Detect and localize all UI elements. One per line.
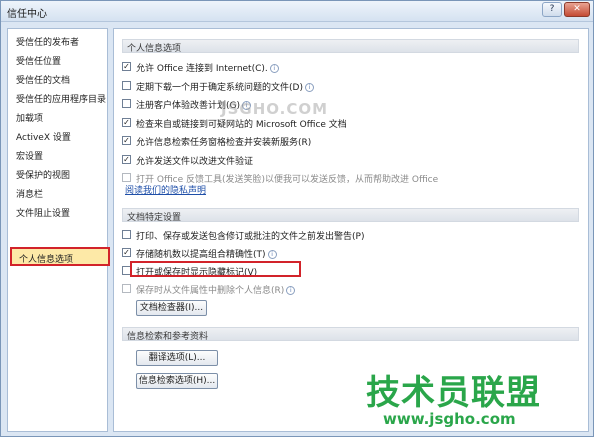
sidebar-item-protected-view[interactable]: 受保护的视图 [16,168,70,181]
trust-center-window: 信任中心 ? ✕ 受信任的发布者 受信任位置 受信任的文档 受信任的应用程序目录… [0,0,594,437]
info-icon: i [286,286,296,295]
option-label: 允许信息检索任务窗格检查并安装新服务(R) [136,138,312,148]
checkbox[interactable] [122,81,131,90]
option-label: 打印、保存或发送包含修订或批注的文件之前发出警告(P) [136,232,365,242]
sidebar-item-trusted-app-catalogs[interactable]: 受信任的应用程序目录 [16,92,106,105]
checkbox[interactable]: ✓ [122,136,131,145]
window-title: 信任中心 [7,9,47,20]
translation-options-button[interactable]: 翻译选项(L)... [136,350,218,366]
brand-watermark: 技术员联盟 [366,373,541,413]
sidebar: 受信任的发布者 受信任位置 受信任的文档 受信任的应用程序目录 加载项 Acti… [7,28,110,432]
sidebar-item-trusted-documents[interactable]: 受信任的文档 [16,73,70,86]
site-watermark: JSGHO.COM [221,100,329,118]
checkbox[interactable]: ✓ [122,62,131,71]
sidebar-item-privacy-options[interactable]: 个人信息选项 [10,247,110,266]
title-bar: 信任中心 ? ✕ [1,1,593,22]
checkbox[interactable]: ✓ [122,118,131,127]
info-icon: i [304,83,314,92]
checkbox [122,284,131,293]
sidebar-item-message-bar[interactable]: 消息栏 [16,187,43,200]
section-title: 文档特定设置 [127,213,182,223]
sidebar-item-label: 个人信息选项 [19,255,74,265]
section-header-research: 信息检索和参考资料 [122,327,579,342]
checkbox[interactable]: ✓ [122,248,131,257]
option-label: 定期下载一个用于确定系统问题的文件(D) i [136,80,314,93]
brand-url-watermark: www.jsgho.com [383,410,516,428]
sidebar-item-trusted-locations[interactable]: 受信任位置 [16,54,61,67]
info-icon: i [269,64,279,73]
sidebar-item-activex[interactable]: ActiveX 设置 [16,130,71,143]
privacy-statement-link[interactable]: 阅读我们的隐私声明 [125,183,206,196]
checkbox [122,173,131,182]
option-label: 允许 Office 连接到 Internet(C). i [136,61,279,74]
section-title: 信息检索和参考资料 [127,332,209,342]
highlight-box [130,261,301,277]
section-header-document: 文档特定设置 [122,208,579,223]
info-icon: i [267,250,277,259]
checkbox[interactable] [122,230,131,239]
sidebar-item-file-block[interactable]: 文件阻止设置 [16,206,70,219]
checkbox[interactable] [122,99,131,108]
section-title: 个人信息选项 [127,44,182,54]
sidebar-item-trusted-publishers[interactable]: 受信任的发布者 [16,35,79,48]
option-label: 检查来自或链接到可疑网站的 Microsoft Office 文档 [136,120,347,130]
option-label: 存储随机数以提高组合精确性(T) i [136,247,277,260]
option-label: 保存时从文件属性中删除个人信息(R) i [136,283,296,296]
sidebar-item-add-ins[interactable]: 加载项 [16,111,43,124]
option-label: 允许发送文件以改进文件验证 [136,157,254,167]
section-header-personal: 个人信息选项 [122,39,579,54]
sidebar-item-macro-settings[interactable]: 宏设置 [16,149,43,162]
document-inspector-button[interactable]: 文档检查器(I)... [136,300,207,316]
close-button[interactable]: ✕ [564,2,590,17]
research-options-button[interactable]: 信息检索选项(H)... [136,373,218,389]
checkbox[interactable]: ✓ [122,155,131,164]
help-button[interactable]: ? [542,2,562,17]
